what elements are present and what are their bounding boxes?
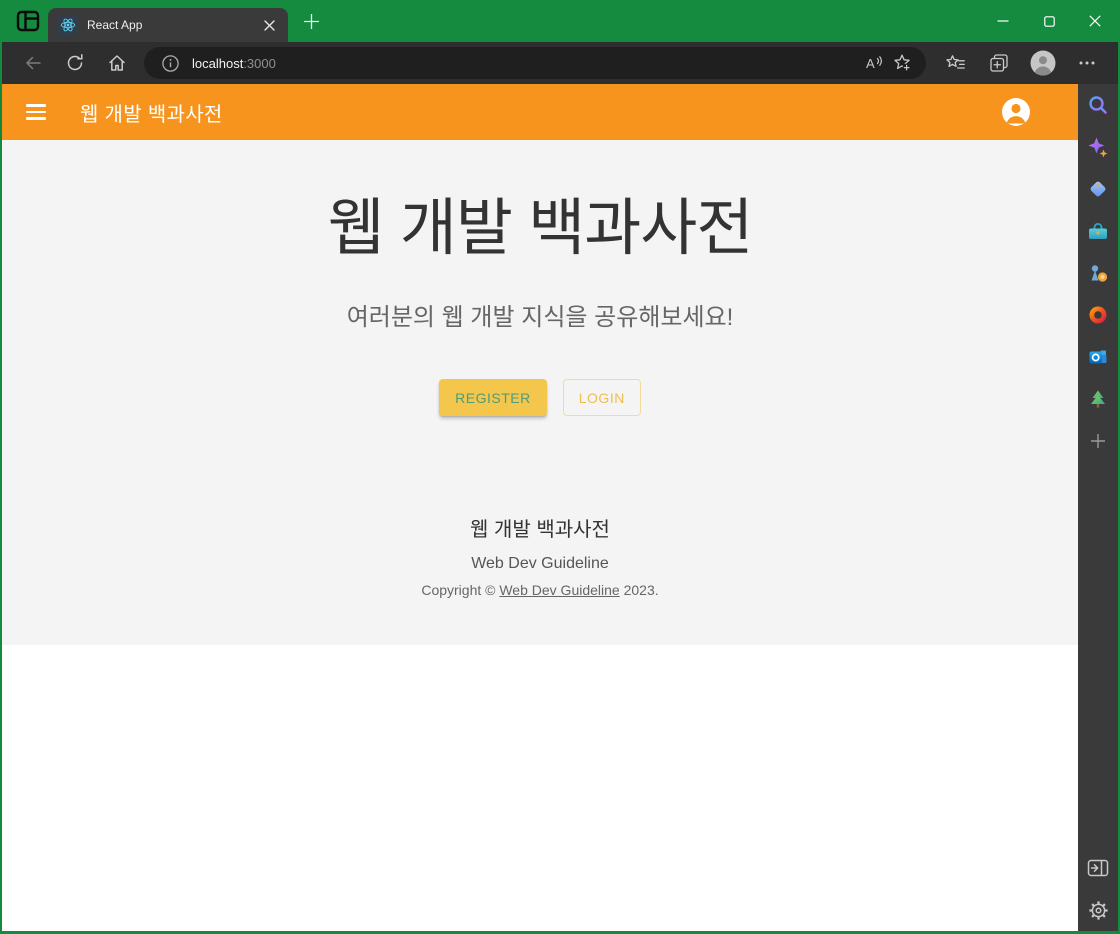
register-button[interactable]: REGISTER: [439, 379, 547, 417]
office-icon[interactable]: [1078, 294, 1118, 336]
shopping-tag-icon[interactable]: [1078, 168, 1118, 210]
add-favorite-icon[interactable]: [888, 49, 916, 77]
url-text[interactable]: localhost:3000: [192, 56, 860, 71]
svg-text:A: A: [866, 56, 875, 71]
hero-subtitle: 여러분의 웹 개발 지식을 공유해보세요!: [346, 303, 734, 331]
menu-icon[interactable]: [26, 99, 52, 125]
minimize-icon[interactable]: [980, 0, 1026, 42]
app-bar: 웹 개발 백과사전: [2, 84, 1078, 140]
profile-avatar[interactable]: [1028, 48, 1058, 78]
url-port: :3000: [243, 55, 276, 71]
search-icon[interactable]: [1078, 84, 1118, 126]
favorites-icon[interactable]: [940, 48, 970, 78]
games-icon[interactable]: [1078, 252, 1118, 294]
close-window-icon[interactable]: [1072, 0, 1118, 42]
hero-section: 웹 개발 백과사전 여러분의 웹 개발 지식을 공유해보세요! REGISTER…: [2, 140, 1078, 645]
tab-title: React App: [87, 18, 143, 32]
browser-toolbar: localhost:3000 A: [2, 42, 1118, 84]
react-icon: [58, 15, 78, 35]
add-sidebar-item-icon[interactable]: [1078, 420, 1118, 462]
window-controls: [980, 0, 1118, 42]
settings-menu-icon[interactable]: [1072, 48, 1102, 78]
workspaces-icon[interactable]: [14, 7, 42, 35]
browser-tab[interactable]: React App: [48, 8, 288, 42]
browser-window: React App localhost:3000 A 웹 개발 백과사전 웹 개…: [0, 0, 1120, 934]
collections-icon[interactable]: [984, 48, 1014, 78]
copyright-link[interactable]: Web Dev Guideline: [499, 582, 619, 598]
home-icon[interactable]: [102, 48, 132, 78]
edge-sidebar: [1078, 84, 1118, 931]
read-aloud-icon[interactable]: A: [860, 49, 888, 77]
toolbar-right-icons: [940, 48, 1104, 78]
refresh-icon[interactable]: [60, 48, 90, 78]
copyright-suffix: 2023.: [619, 582, 659, 599]
hero-buttons: REGISTER LOGIN: [2, 379, 1078, 417]
footer-team-name: Web Dev Guideline: [471, 555, 609, 573]
page-background: [2, 645, 1078, 931]
tab-close-icon[interactable]: [258, 14, 280, 36]
url-host: localhost: [192, 55, 244, 71]
toolbox-icon[interactable]: [1078, 210, 1118, 252]
site-footer: 웹 개발 백과사전 Web Dev Guideline Copyright © …: [2, 514, 1078, 600]
maximize-icon[interactable]: [1026, 0, 1072, 42]
outlook-icon[interactable]: [1078, 336, 1118, 378]
hero-title: 웹 개발 백과사전: [327, 194, 754, 263]
open-in-sidebar-icon[interactable]: [1078, 847, 1118, 889]
site-info-icon[interactable]: [156, 49, 184, 77]
web-page: 웹 개발 백과사전 웹 개발 백과사전 여러분의 웹 개발 지식을 공유해보세요…: [2, 84, 1078, 931]
footer-copyright: Copyright © Web Dev Guideline 2023.: [2, 580, 1078, 600]
account-circle-icon[interactable]: [1000, 96, 1032, 128]
tree-icon[interactable]: [1078, 378, 1118, 420]
login-button[interactable]: LOGIN: [562, 379, 641, 417]
copyright-prefix: Copyright ©: [421, 582, 500, 599]
app-bar-title: 웹 개발 백과사전: [80, 103, 223, 126]
title-bar: React App: [2, 0, 1118, 42]
back-icon[interactable]: [18, 48, 48, 78]
new-tab-icon[interactable]: [298, 8, 324, 34]
copilot-icon[interactable]: [1078, 126, 1118, 168]
address-bar[interactable]: localhost:3000 A: [144, 47, 926, 79]
footer-site-name: 웹 개발 백과사전: [470, 519, 610, 542]
settings-icon[interactable]: [1078, 889, 1118, 931]
